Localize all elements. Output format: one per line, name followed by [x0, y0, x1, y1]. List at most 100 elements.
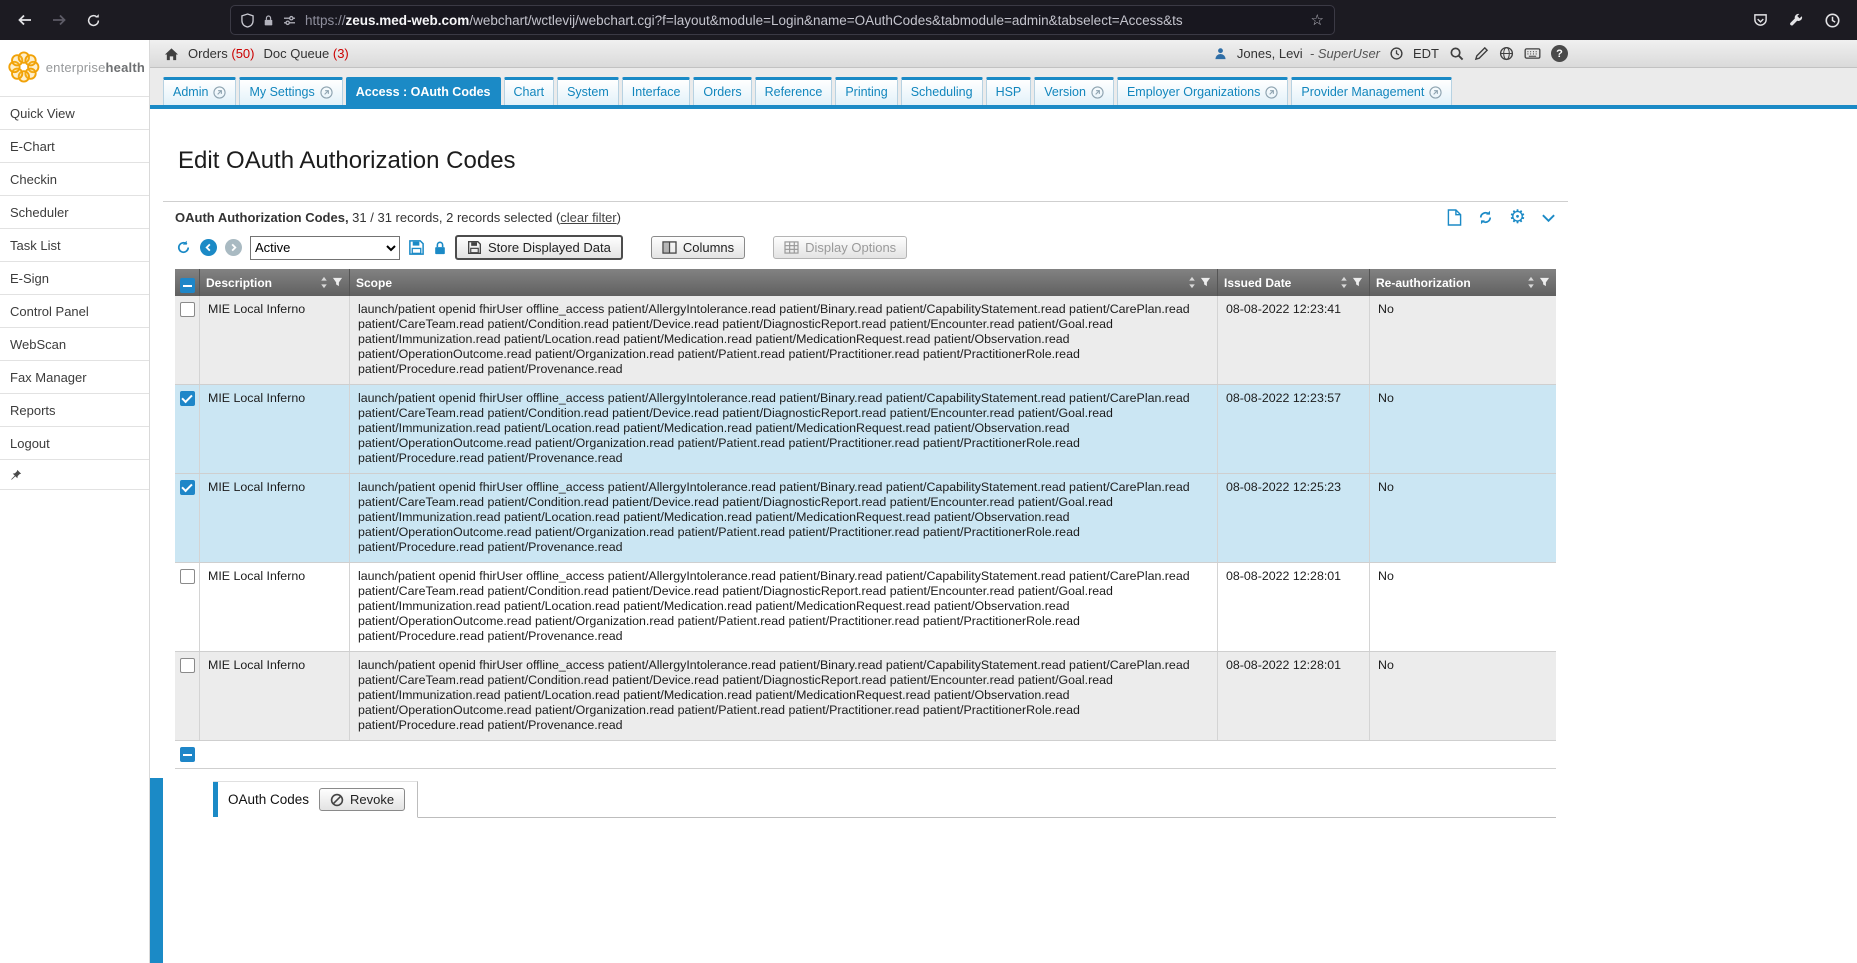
sidebar-item-logout[interactable]: Logout [0, 427, 149, 460]
tab-system[interactable]: System [557, 77, 619, 105]
sidebar-item-control-panel[interactable]: Control Panel [0, 295, 149, 328]
row-checkbox[interactable] [180, 569, 195, 584]
sort-icon[interactable] [1527, 276, 1535, 289]
user-menu[interactable]: Jones, Levi - SuperUser [1237, 46, 1380, 61]
tab-hsp[interactable]: HSP [986, 77, 1032, 105]
search-icon[interactable] [1449, 46, 1464, 61]
browser-refresh-button[interactable] [78, 6, 108, 34]
tab-scheduling[interactable]: Scheduling [901, 77, 983, 105]
tab-admin[interactable]: Admin [163, 77, 236, 105]
columns-button[interactable]: Columns [651, 236, 745, 259]
tab-access-oauth-codes[interactable]: Access : OAuth Codes [346, 77, 501, 105]
store-displayed-data-button[interactable]: Store Displayed Data [455, 235, 623, 260]
sidebar-item-quick-view[interactable]: Quick View [0, 97, 149, 130]
column-header-reauthorization[interactable]: Re-authorization [1370, 269, 1556, 296]
tab-popout-icon[interactable] [1265, 86, 1278, 99]
row-checkbox[interactable] [180, 302, 195, 317]
sidebar-item-e-chart[interactable]: E-Chart [0, 130, 149, 163]
oauth-codes-subtab[interactable]: OAuth Codes Revoke [213, 781, 418, 818]
tab-popout-icon[interactable] [213, 86, 226, 99]
column-header-scope[interactable]: Scope [350, 269, 1218, 296]
new-record-icon[interactable] [1447, 209, 1462, 226]
page-back-button[interactable] [200, 239, 217, 256]
sidebar-item-scheduler[interactable]: Scheduler [0, 196, 149, 229]
pocket-icon[interactable] [1745, 6, 1775, 34]
table-row[interactable]: MIE Local Inferno launch/patient openid … [175, 652, 1556, 741]
brand-logo[interactable]: enterprisehealth [0, 40, 149, 97]
lock-filter-icon[interactable] [433, 240, 447, 256]
url-bar[interactable]: https://zeus.med-web.com/webchart/wctlev… [230, 5, 1335, 35]
row-checkbox-cell[interactable] [175, 296, 200, 384]
undo-icon[interactable] [175, 239, 192, 256]
tools-wrench-icon[interactable] [1781, 6, 1811, 34]
tab-popout-icon[interactable] [1429, 86, 1442, 99]
status-filter-select[interactable]: Active [250, 236, 400, 260]
tab-reference[interactable]: Reference [755, 77, 833, 105]
footer-select-all-checkbox[interactable] [180, 747, 195, 762]
row-checkbox-cell[interactable] [175, 652, 200, 740]
row-checkbox-cell[interactable] [175, 385, 200, 473]
gear-icon[interactable]: ⚙ [1509, 209, 1526, 226]
page-forward-button[interactable] [225, 239, 242, 256]
filter-funnel-icon[interactable] [332, 277, 343, 288]
sidebar-item-task-list[interactable]: Task List [0, 229, 149, 262]
filter-funnel-icon[interactable] [1200, 277, 1211, 288]
keyboard-icon[interactable] [1524, 48, 1541, 59]
sort-icon[interactable] [1188, 276, 1196, 289]
tab-employer-organizations[interactable]: Employer Organizations [1117, 77, 1288, 105]
sort-icon[interactable] [1340, 276, 1348, 289]
collapse-chevron-icon[interactable] [1541, 213, 1556, 223]
sidebar-pin-toggle[interactable] [0, 460, 149, 490]
sort-icon[interactable] [320, 276, 328, 289]
tab-version[interactable]: Version [1034, 77, 1114, 105]
tab-popout-icon[interactable] [320, 86, 333, 99]
revoke-button[interactable]: Revoke [319, 788, 405, 811]
display-options-button[interactable]: Display Options [773, 236, 907, 259]
sidebar-item-fax-manager[interactable]: Fax Manager [0, 361, 149, 394]
refresh-icon[interactable] [1477, 209, 1494, 226]
timezone-clock-icon[interactable] [1390, 47, 1403, 60]
sidebar-item-reports[interactable]: Reports [0, 394, 149, 427]
row-checkbox-cell[interactable] [175, 474, 200, 562]
column-header-issued-date[interactable]: Issued Date [1218, 269, 1370, 296]
doc-queue-link[interactable]: Doc Queue (3) [263, 46, 348, 61]
tab-chart[interactable]: Chart [504, 77, 555, 105]
globe-icon[interactable] [1499, 46, 1514, 61]
table-row[interactable]: MIE Local Inferno launch/patient openid … [175, 563, 1556, 652]
sidebar-item-webscan[interactable]: WebScan [0, 328, 149, 361]
permissions-sliders-icon[interactable] [283, 15, 296, 26]
table-row[interactable]: MIE Local Inferno launch/patient openid … [175, 385, 1556, 474]
row-checkbox[interactable] [180, 480, 195, 495]
row-checkbox-cell[interactable] [175, 563, 200, 651]
sidebar-item-e-sign[interactable]: E-Sign [0, 262, 149, 295]
column-header-description[interactable]: Description [200, 269, 350, 296]
tab-provider-management[interactable]: Provider Management [1291, 77, 1452, 105]
issued-date-cell: 08-08-2022 12:25:23 [1218, 474, 1370, 562]
tab-printing[interactable]: Printing [835, 77, 897, 105]
sidebar-item-checkin[interactable]: Checkin [0, 163, 149, 196]
table-row[interactable]: MIE Local Inferno launch/patient openid … [175, 474, 1556, 563]
edit-wand-icon[interactable] [1474, 46, 1489, 61]
tab-my-settings[interactable]: My Settings [239, 77, 342, 105]
tab-popout-icon[interactable] [1091, 86, 1104, 99]
save-filter-icon[interactable] [408, 239, 425, 256]
clear-filter-link[interactable]: clear filter [560, 210, 616, 225]
browser-back-button[interactable] [10, 6, 40, 34]
help-icon[interactable]: ? [1551, 45, 1568, 62]
history-clock-icon[interactable] [1817, 6, 1847, 34]
tab-orders[interactable]: Orders [693, 77, 751, 105]
tracking-shield-icon[interactable] [241, 13, 254, 28]
filter-funnel-icon[interactable] [1539, 277, 1550, 288]
lock-icon[interactable] [263, 14, 274, 27]
row-checkbox[interactable] [180, 658, 195, 673]
orders-link[interactable]: Orders (50) [188, 46, 254, 61]
home-icon[interactable] [164, 47, 179, 61]
table-row[interactable]: MIE Local Inferno launch/patient openid … [175, 296, 1556, 385]
bookmark-star-icon[interactable]: ☆ [1311, 11, 1324, 29]
filter-funnel-icon[interactable] [1352, 277, 1363, 288]
tab-interface[interactable]: Interface [622, 77, 691, 105]
select-all-checkbox[interactable] [180, 278, 195, 293]
select-all-cell[interactable] [175, 269, 200, 296]
browser-forward-button[interactable] [44, 6, 74, 34]
row-checkbox[interactable] [180, 391, 195, 406]
